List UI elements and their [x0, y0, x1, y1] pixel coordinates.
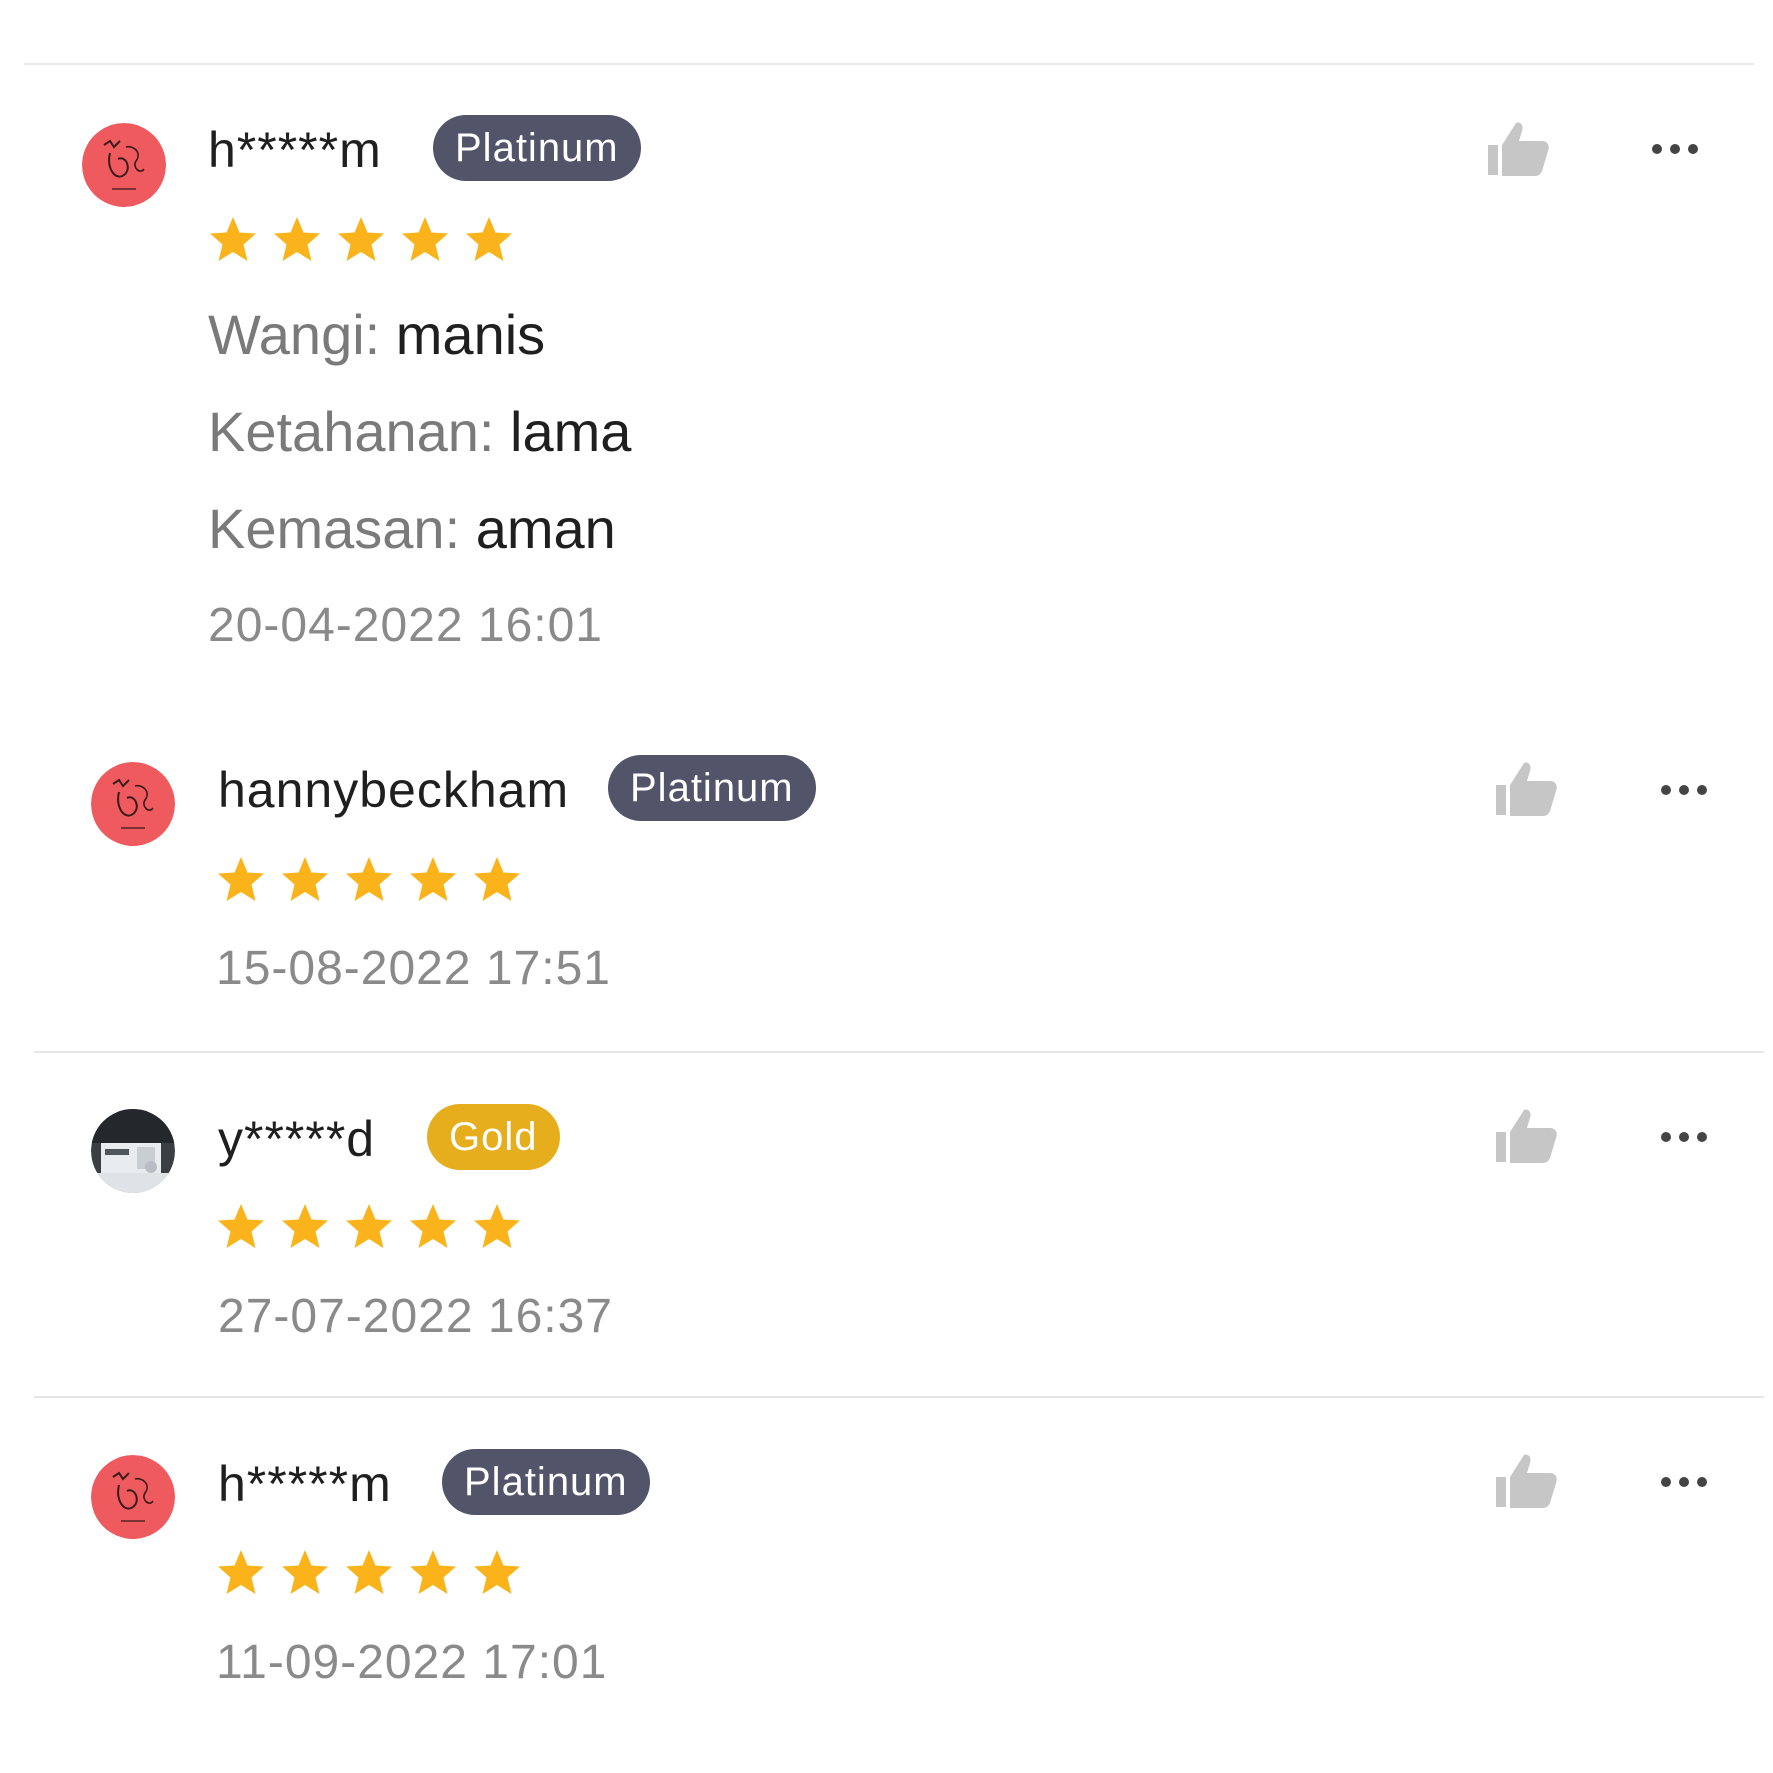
star-rating [216, 1202, 522, 1252]
attribute-line: Kemasan: aman [208, 494, 616, 564]
star-icon [210, 217, 256, 261]
star-icon [346, 1550, 392, 1594]
review-item: y*****d Gold 27-07-2022 16:37 [0, 1053, 1773, 1396]
membership-badge: Platinum [608, 755, 816, 821]
like-button[interactable] [1486, 119, 1550, 179]
star-rating [216, 855, 522, 905]
attribute-value: aman [475, 497, 616, 560]
reviewer-name: hannybeckham [218, 762, 570, 818]
star-rating [216, 1548, 522, 1598]
star-icon [218, 1204, 264, 1248]
star-icon [474, 1204, 520, 1248]
star-icon [282, 857, 328, 901]
reviewer-name: h*****m [208, 122, 382, 178]
more-options-button[interactable] [1659, 780, 1709, 800]
review-list: h*****m Platinum Wangi: manis Ketahanan:… [0, 0, 1773, 1773]
star-icon [474, 857, 520, 901]
star-icon [410, 857, 456, 901]
review-timestamp: 15-08-2022 17:51 [216, 942, 611, 995]
star-icon [282, 1550, 328, 1594]
attribute-line: Wangi: manis [208, 300, 545, 370]
star-icon [282, 1204, 328, 1248]
like-button[interactable] [1494, 1451, 1558, 1511]
star-icon [338, 217, 384, 261]
star-icon [410, 1550, 456, 1594]
star-icon [218, 857, 264, 901]
star-icon [402, 217, 448, 261]
avatar[interactable] [91, 1455, 175, 1539]
more-options-button[interactable] [1659, 1127, 1709, 1147]
more-horizontal-icon [1661, 785, 1707, 795]
review-item: h*****m Platinum 11-09-2022 17:01 [0, 1398, 1773, 1773]
star-rating [208, 215, 514, 265]
thumbs-up-icon [1496, 762, 1557, 816]
photo-avatar-icon [91, 1109, 175, 1193]
attribute-key: Ketahanan: [208, 400, 495, 463]
review-item: hannybeckham Platinum 15-08-2022 17:51 [0, 715, 1773, 1051]
star-icon [466, 217, 512, 261]
review-timestamp: 11-09-2022 17:01 [216, 1636, 608, 1689]
like-button[interactable] [1494, 759, 1558, 819]
more-horizontal-icon [1661, 1132, 1707, 1142]
star-icon [218, 1550, 264, 1594]
attribute-value: lama [510, 400, 632, 463]
reviewer-name: y*****d [218, 1111, 376, 1167]
avatar[interactable] [91, 762, 175, 846]
more-horizontal-icon [1661, 1477, 1707, 1487]
more-options-button[interactable] [1659, 1472, 1709, 1492]
pink-shop-avatar-icon [91, 1455, 175, 1539]
thumbs-up-icon [1488, 122, 1549, 176]
membership-badge: Platinum [442, 1449, 650, 1515]
star-icon [346, 1204, 392, 1248]
star-icon [346, 857, 392, 901]
review-item: h*****m Platinum Wangi: manis Ketahanan:… [0, 65, 1773, 685]
review-timestamp: 20-04-2022 16:01 [208, 599, 603, 652]
pink-shop-avatar-icon [91, 762, 175, 846]
attribute-key: Kemasan: [208, 497, 461, 560]
attribute-key: Wangi: [208, 303, 381, 366]
reviewer-name: h*****m [218, 1456, 392, 1512]
like-button[interactable] [1494, 1106, 1558, 1166]
more-options-button[interactable] [1650, 139, 1700, 159]
star-icon [274, 217, 320, 261]
thumbs-up-icon [1496, 1454, 1557, 1508]
thumbs-up-icon [1496, 1109, 1557, 1163]
attribute-value: manis [395, 303, 546, 366]
avatar[interactable] [82, 123, 166, 207]
more-horizontal-icon [1652, 144, 1698, 154]
review-timestamp: 27-07-2022 16:37 [218, 1290, 613, 1343]
membership-badge: Gold [427, 1104, 560, 1170]
star-icon [474, 1550, 520, 1594]
attribute-line: Ketahanan: lama [208, 397, 631, 467]
pink-shop-avatar-icon [82, 123, 166, 207]
star-icon [410, 1204, 456, 1248]
avatar[interactable] [91, 1109, 175, 1193]
membership-badge: Platinum [433, 115, 641, 181]
